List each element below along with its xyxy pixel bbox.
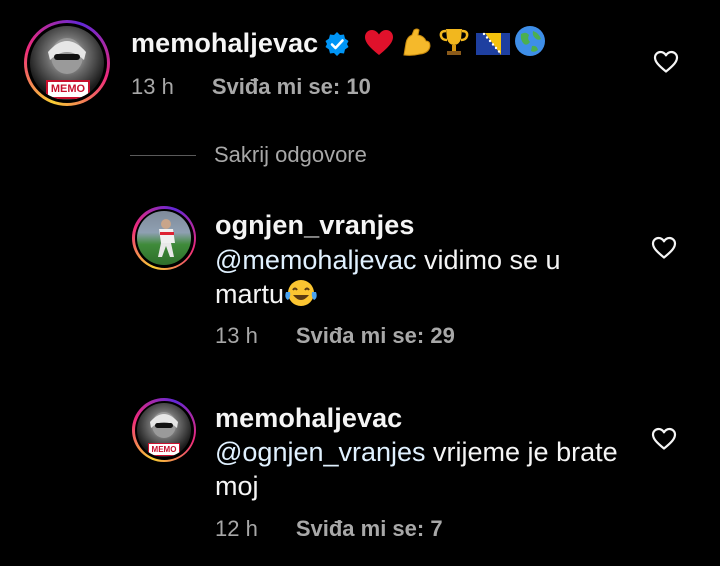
memo-badge: MEMO: [46, 80, 90, 99]
avatar[interactable]: MEMO: [24, 20, 110, 106]
bosnia-flag-icon: [476, 31, 511, 64]
divider: [130, 154, 196, 156]
comment-meta: 13 h Sviđa mi se: 10: [131, 74, 371, 100]
like-heart-icon[interactable]: [651, 236, 677, 260]
avatar[interactable]: MEMO: [132, 398, 196, 462]
globe-icon: [514, 25, 546, 64]
verified-badge-icon: [324, 31, 350, 64]
reply-meta: 12 h Sviđa mi se: 7: [215, 516, 443, 542]
reply-username[interactable]: memohaljevac: [215, 403, 402, 434]
tears-of-joy-icon: [284, 278, 318, 316]
username-link[interactable]: memohaljevac: [131, 28, 318, 58]
reply-text-line2: moj: [215, 471, 259, 501]
reply-text-line2: martu: [215, 279, 285, 309]
reply-text: @ognjen_vranjes vrijeme je brate moj: [215, 435, 645, 503]
mention-link[interactable]: @ognjen_vranjes: [215, 437, 426, 467]
comment-username: memohaljevac: [131, 25, 546, 64]
likes-count[interactable]: Sviđa mi se: 7: [296, 516, 443, 541]
timestamp: 12 h: [215, 516, 258, 541]
avatar[interactable]: [132, 206, 196, 270]
mention-link[interactable]: @memohaljevac: [215, 245, 417, 275]
reply-text: @memohaljevac vidimo se u martu: [215, 243, 635, 316]
timestamp: 13 h: [131, 74, 174, 99]
likes-count[interactable]: Sviđa mi se: 10: [212, 74, 371, 99]
heart-icon: [364, 29, 394, 64]
timestamp: 13 h: [215, 323, 258, 348]
reply-meta: 13 h Sviđa mi se: 29: [215, 323, 455, 349]
likes-count[interactable]: Sviđa mi se: 29: [296, 323, 455, 348]
flexed-biceps-icon: [400, 27, 432, 64]
like-heart-icon[interactable]: [651, 427, 677, 451]
trophy-icon: [438, 27, 470, 64]
reply-text-line1: vrijeme je brate: [425, 437, 618, 467]
avatar-photo: [158, 219, 175, 257]
like-heart-icon[interactable]: [653, 50, 679, 74]
reply-username[interactable]: ognjen_vranjes: [215, 210, 414, 241]
memo-badge: MEMO: [148, 443, 180, 456]
hide-replies-button[interactable]: Sakrij odgovore: [130, 142, 367, 168]
reply-text-line1: vidimo se u: [416, 245, 561, 275]
hide-replies-label: Sakrij odgovore: [214, 142, 367, 167]
